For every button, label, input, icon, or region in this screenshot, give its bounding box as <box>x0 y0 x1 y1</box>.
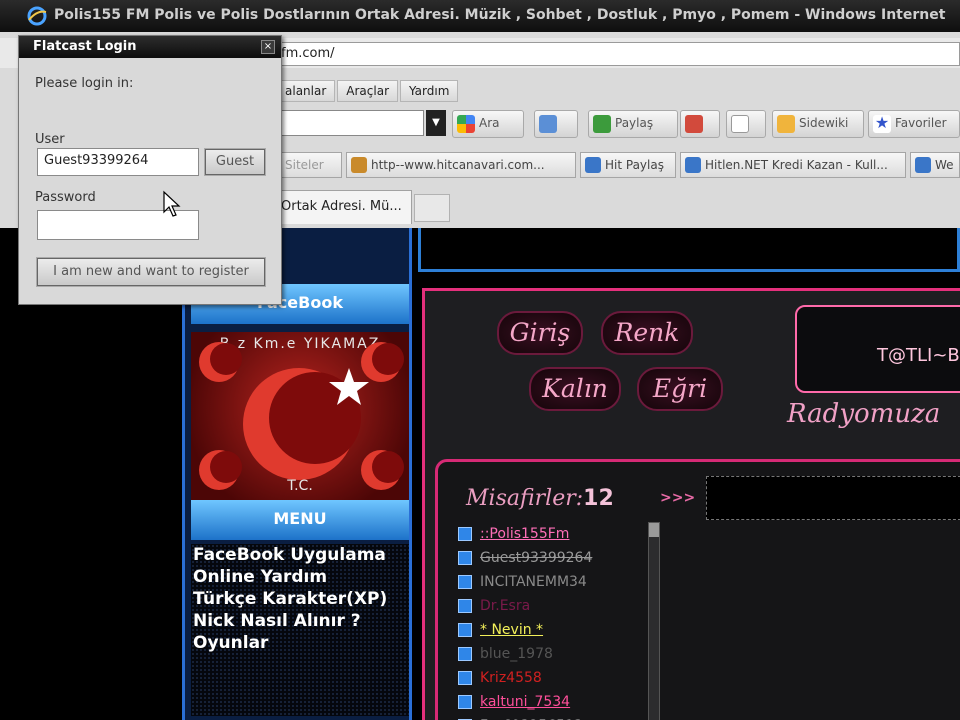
checkbox-icon[interactable] <box>458 599 472 613</box>
favorites-bar: Siteler http--www.hitcanavari.com... Hit… <box>276 150 960 180</box>
sidebar-menu: FaceBook Uygulama Online Yardım Türkçe K… <box>191 544 409 716</box>
user-list-item[interactable]: INCITANEMM34 <box>458 572 638 596</box>
menu-link-facebook-app[interactable]: FaceBook Uygulama <box>191 544 409 566</box>
user-list-item[interactable]: Guest93399264 <box>458 548 638 572</box>
menu-link-online-help[interactable]: Online Yardım <box>191 566 409 588</box>
user-name[interactable]: Dr.Esra <box>480 598 530 614</box>
color-button[interactable]: Renk <box>601 311 693 355</box>
user-list-item[interactable]: ::Polis155Fm <box>458 524 638 548</box>
bold-button[interactable]: Kalın <box>529 367 621 411</box>
register-button[interactable]: I am new and want to register <box>36 257 266 287</box>
tab-active[interactable]: Ortak Adresi. Mü... <box>276 190 412 224</box>
menu-item-help[interactable]: Yardım <box>400 80 459 102</box>
window-titlebar: Polis155 FM Polis ve Polis Dostlarının O… <box>0 0 960 32</box>
sidewiki-icon <box>777 115 795 133</box>
login-dialog: Flatcast Login × Please login in: User G… <box>18 35 282 305</box>
menu-bar: alanlar Araçlar Yardım <box>276 80 460 104</box>
favorites-item[interactable]: http--www.hitcanavari.com... <box>346 152 576 178</box>
user-name[interactable]: ::Polis155Fm <box>480 526 569 542</box>
menu-item-favorites[interactable]: alanlar <box>276 80 336 102</box>
user-name[interactable]: Kriz4558 <box>480 670 542 686</box>
menu-link-nick[interactable]: Nick Nasıl Alınır ? <box>191 610 409 632</box>
menu-item-tools[interactable]: Araçlar <box>337 80 398 102</box>
new-tab-button[interactable] <box>414 194 450 222</box>
favorites-item[interactable]: Hit Paylaş <box>580 152 676 178</box>
spell-check-button[interactable] <box>680 110 720 138</box>
turkish-flag-banner: B.z Km.e YIKAMAZ T.C. <box>191 332 409 500</box>
tab-bar: Ortak Adresi. Mü... <box>276 188 960 224</box>
share-button[interactable]: Paylaş <box>588 110 678 138</box>
user-name[interactable]: INCITANEMM34 <box>480 574 587 590</box>
ie-page-icon <box>685 157 701 173</box>
login-button[interactable]: Giriş <box>497 311 583 355</box>
site-icon <box>351 157 367 173</box>
italic-button[interactable]: Eğri <box>637 367 723 411</box>
address-bar[interactable]: fm.com/ <box>276 42 960 66</box>
sidewiki-button[interactable]: Sidewiki <box>772 110 864 138</box>
user-label: User <box>35 132 65 147</box>
scroll-up-button[interactable] <box>649 523 659 537</box>
user-list-item[interactable]: kaltuni_7534 <box>458 692 638 716</box>
google-icon <box>457 115 475 133</box>
favorites-item[interactable]: We <box>910 152 960 178</box>
share-icon <box>593 115 611 133</box>
highlight-icon <box>731 115 749 133</box>
checkbox-icon[interactable] <box>458 623 472 637</box>
crescent-star-icon <box>199 342 404 490</box>
radio-label: Radyomuza <box>787 399 941 429</box>
menu-header: MENU <box>191 500 409 540</box>
message-box[interactable] <box>706 476 960 520</box>
toolbar-search-input[interactable] <box>276 110 424 136</box>
mouse-cursor-icon <box>163 190 181 217</box>
user-name[interactable]: kaltuni_7534 <box>480 694 570 710</box>
window-title: Polis155 FM Polis ve Polis Dostlarının O… <box>54 7 946 23</box>
favorites-item[interactable]: Siteler <box>276 152 342 178</box>
internet-explorer-icon <box>27 6 47 26</box>
ie-page-icon <box>915 157 931 173</box>
checkbox-icon[interactable] <box>458 575 472 589</box>
user-list: ::Polis155FmGuest93399264INCITANEMM34Dr.… <box>458 524 638 720</box>
arrows-label: >>> <box>660 490 696 506</box>
nickname-display: T@TLI~B <box>795 305 960 393</box>
star-icon: ★ <box>873 113 891 133</box>
user-list-item[interactable]: Dr.Esra <box>458 596 638 620</box>
flag-text-bottom: T.C. <box>287 478 313 494</box>
guests-title: Misafirler:12 <box>466 486 614 511</box>
user-list-item[interactable]: blue_1978 <box>458 644 638 668</box>
plus-icon <box>539 115 557 133</box>
highlight-button[interactable] <box>726 110 766 138</box>
guest-button[interactable]: Guest <box>204 148 266 176</box>
menu-link-games[interactable]: Oyunlar <box>191 632 409 654</box>
checkbox-icon[interactable] <box>458 647 472 661</box>
user-name[interactable]: * Nevin * <box>480 622 543 638</box>
user-list-item[interactable]: Kriz4558 <box>458 668 638 692</box>
search-button[interactable]: Ara <box>452 110 524 138</box>
password-label: Password <box>35 190 96 205</box>
login-dialog-title: Flatcast Login <box>19 36 281 58</box>
guests-panel: Misafirler:12 >>> ::Polis155FmGuest93399… <box>435 459 960 720</box>
checkbox-icon[interactable] <box>458 527 472 541</box>
checkbox-icon[interactable] <box>458 551 472 565</box>
checkbox-icon[interactable] <box>458 695 472 709</box>
user-list-item[interactable]: * Nevin * <box>458 620 638 644</box>
favorites-button[interactable]: ★ Favoriler <box>868 110 960 138</box>
top-banner-strip <box>418 228 960 272</box>
user-input[interactable]: Guest93399264 <box>37 148 199 176</box>
guests-count: 12 <box>583 486 614 511</box>
ie-page-icon <box>585 157 601 173</box>
user-list-scrollbar[interactable] <box>648 522 660 720</box>
menu-link-turkish-chars[interactable]: Türkçe Karakter(XP) <box>191 588 409 610</box>
plus-button[interactable] <box>534 110 578 138</box>
login-prompt: Please login in: <box>35 76 134 91</box>
user-list-item[interactable]: Fas693256513 <box>458 716 638 720</box>
google-toolbar: ▼ Ara Paylaş Sidewiki ★ Favoriler <box>276 106 960 140</box>
search-dropdown-icon[interactable]: ▼ <box>426 110 446 136</box>
user-name[interactable]: Guest93399264 <box>480 550 592 566</box>
checkbox-icon[interactable] <box>458 671 472 685</box>
close-icon[interactable]: × <box>261 40 275 54</box>
user-name[interactable]: blue_1978 <box>480 646 553 662</box>
chat-panel: Giriş Renk Kalın Eğri T@TLI~B Radyomuza … <box>422 288 960 720</box>
spell-check-icon <box>685 115 703 133</box>
favorites-item[interactable]: Hitlen.NET Kredi Kazan - Kull... <box>680 152 906 178</box>
